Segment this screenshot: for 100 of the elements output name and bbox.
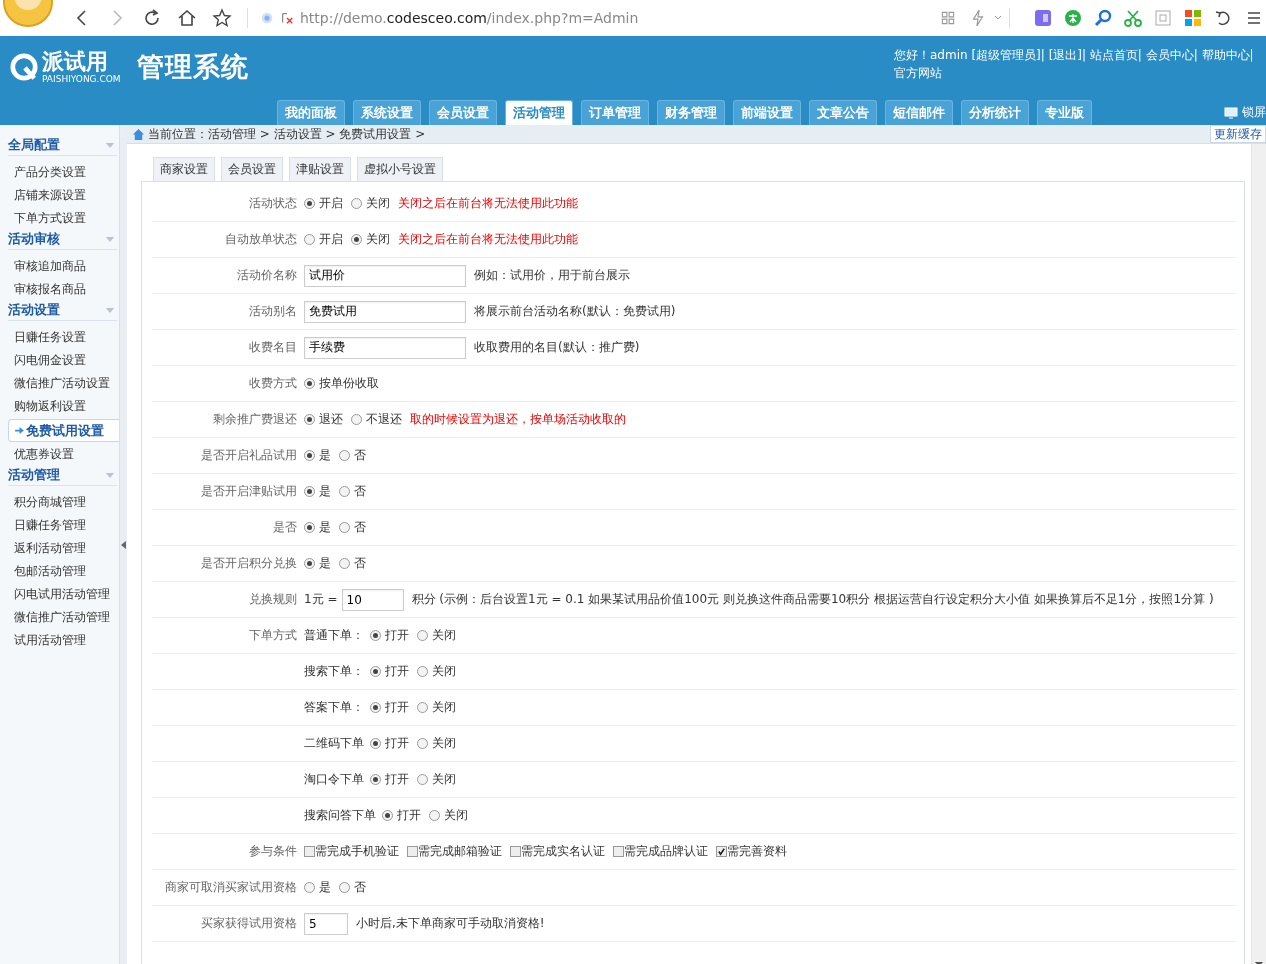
checkbox[interactable] <box>613 846 624 857</box>
radio-button[interactable] <box>370 630 381 641</box>
checkbox-option[interactable]: 需完善资料 <box>716 843 787 860</box>
radio-button[interactable] <box>417 738 428 749</box>
collapse-icon[interactable] <box>105 306 115 314</box>
radio-option[interactable]: 是 <box>304 519 331 536</box>
radio-button[interactable] <box>370 702 381 713</box>
sidebar-item[interactable]: 闪电试用活动管理 <box>0 584 119 605</box>
scissors-icon[interactable] <box>1124 9 1142 27</box>
tab[interactable]: 津贴设置 <box>289 157 351 181</box>
radio-option[interactable]: 否 <box>339 519 366 536</box>
radio-option[interactable]: 关闭 <box>417 735 456 752</box>
sidebar-item[interactable]: 产品分类设置 <box>0 162 119 183</box>
radio-button[interactable] <box>351 414 362 425</box>
tab[interactable]: 会员设置 <box>221 157 283 181</box>
radio-button[interactable] <box>339 558 350 569</box>
radio-option[interactable]: 按单份收取 <box>304 375 379 392</box>
radio-option[interactable]: 关闭 <box>417 699 456 716</box>
sidebar-item[interactable]: 审核追加商品 <box>0 256 119 277</box>
extension-icon[interactable] <box>1034 9 1052 27</box>
tab[interactable]: 虚拟小号设置 <box>357 157 443 181</box>
sidebar-item[interactable]: 微信推广活动管理 <box>0 607 119 628</box>
sidebar-item[interactable]: 包邮活动管理 <box>0 561 119 582</box>
nav-tab[interactable]: 活动管理 <box>505 100 573 125</box>
user-links[interactable]: 您好！admin [超级管理员]| [退出]| 站点首页| 会员中心| 帮助中心| 官方网站 <box>894 36 1266 98</box>
radio-option[interactable]: 打开 <box>370 735 409 752</box>
sidebar-item[interactable]: 下单方式设置 <box>0 208 119 229</box>
radio-button[interactable] <box>417 630 428 641</box>
radio-button[interactable] <box>370 774 381 785</box>
radio-button[interactable] <box>304 882 315 893</box>
radio-button[interactable] <box>429 810 440 821</box>
radio-option[interactable]: 关闭 <box>417 627 456 644</box>
radio-option[interactable]: 不退还 <box>351 411 402 428</box>
radio-button[interactable] <box>339 882 350 893</box>
radio-button[interactable] <box>382 810 393 821</box>
sidebar-group-title[interactable]: 活动设置 <box>8 300 117 321</box>
screenshot-icon[interactable] <box>1154 9 1172 27</box>
radio-button[interactable] <box>304 522 315 533</box>
sidebar-item[interactable]: 日赚任务设置 <box>0 327 119 348</box>
checkbox[interactable] <box>510 846 521 857</box>
radio-button[interactable] <box>417 774 428 785</box>
radio-option[interactable]: 否 <box>339 555 366 572</box>
radio-option[interactable]: 开启 <box>304 195 343 212</box>
search-icon[interactable] <box>1094 9 1112 27</box>
sidebar-item[interactable]: 优惠券设置 <box>0 444 119 465</box>
radio-button[interactable] <box>339 522 350 533</box>
radio-button[interactable] <box>351 198 362 209</box>
sidebar-item[interactable]: 积分商城管理 <box>0 492 119 513</box>
sidebar-group-title[interactable]: 活动审核 <box>8 229 117 250</box>
radio-option[interactable]: 打开 <box>370 699 409 716</box>
sidebar-item[interactable]: 微信推广活动设置 <box>0 373 119 394</box>
sidebar-item[interactable]: 免费试用设置 <box>8 419 119 442</box>
sidebar-group-title[interactable]: 全局配置 <box>8 135 117 156</box>
sidebar-group-title[interactable]: 活动管理 <box>8 465 117 486</box>
apps-icon[interactable] <box>1184 9 1202 27</box>
reload-icon[interactable] <box>142 8 162 28</box>
tab[interactable]: 商家设置 <box>153 157 215 181</box>
radio-button[interactable] <box>304 486 315 497</box>
radio-option[interactable]: 否 <box>339 447 366 464</box>
collapse-icon[interactable] <box>105 141 115 149</box>
radio-button[interactable] <box>370 738 381 749</box>
radio-option[interactable]: 是 <box>304 447 331 464</box>
radio-option[interactable]: 打开 <box>370 627 409 644</box>
radio-option[interactable]: 退还 <box>304 411 343 428</box>
radio-option[interactable]: 打开 <box>370 771 409 788</box>
radio-button[interactable] <box>304 558 315 569</box>
radio-option[interactable]: 打开 <box>370 663 409 680</box>
checkbox[interactable] <box>304 846 315 857</box>
radio-button[interactable] <box>417 666 428 677</box>
radio-button[interactable] <box>339 450 350 461</box>
radio-option[interactable]: 打开 <box>382 807 421 824</box>
sidebar-item[interactable]: 返利活动管理 <box>0 538 119 559</box>
radio-button[interactable] <box>304 414 315 425</box>
radio-button[interactable] <box>351 234 362 245</box>
grid-icon[interactable] <box>939 9 957 27</box>
radio-option[interactable]: 关闭 <box>351 231 390 248</box>
radio-button[interactable] <box>370 666 381 677</box>
radio-option[interactable]: 开启 <box>304 231 343 248</box>
radio-option[interactable]: 是 <box>304 483 331 500</box>
radio-button[interactable] <box>304 198 315 209</box>
radio-button[interactable] <box>339 486 350 497</box>
radio-button[interactable] <box>417 702 428 713</box>
address-field[interactable]: http://demo.codesceo.com/index.php?m=Admin <box>300 10 639 26</box>
radio-option[interactable]: 关闭 <box>351 195 390 212</box>
text-field[interactable]: 免费试用 <box>304 300 466 323</box>
star-icon[interactable] <box>212 8 232 28</box>
sidebar-item[interactable]: 审核报名商品 <box>0 279 119 300</box>
collapse-icon[interactable] <box>105 471 115 479</box>
home-icon[interactable] <box>177 8 197 28</box>
text-field[interactable]: 5 <box>304 912 348 935</box>
text-field[interactable]: 试用价 <box>304 264 466 287</box>
text-field[interactable]: 手续费 <box>304 336 466 359</box>
sidebar-item[interactable]: 日赚任务管理 <box>0 515 119 536</box>
lock-screen-link[interactable]: 锁屏 <box>1242 104 1266 121</box>
sidebar-item[interactable]: 闪电佣金设置 <box>0 350 119 371</box>
radio-button[interactable] <box>304 378 315 389</box>
radio-option[interactable]: 关闭 <box>417 771 456 788</box>
radio-option[interactable]: 否 <box>339 483 366 500</box>
undo-icon[interactable] <box>1214 9 1232 27</box>
radio-option[interactable]: 是 <box>304 555 331 572</box>
